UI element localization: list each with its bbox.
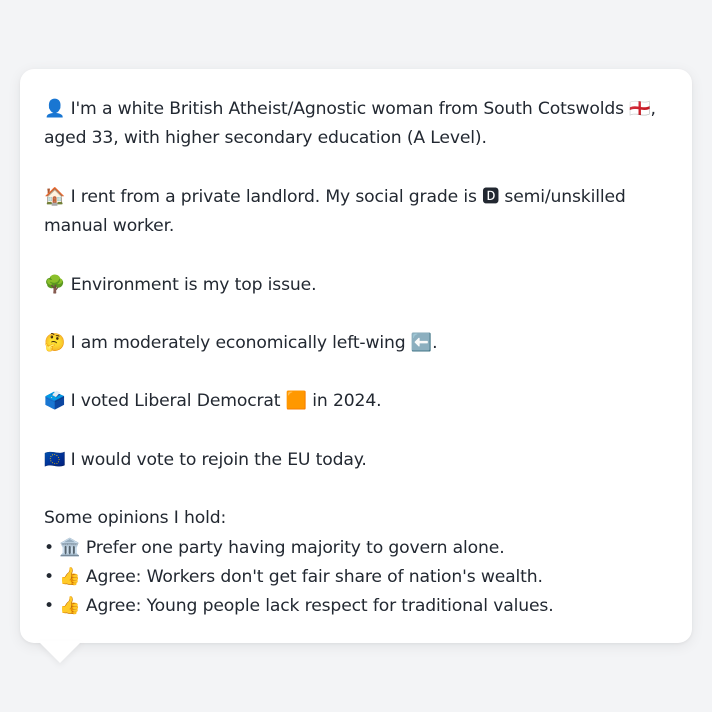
economics-statement: 🤔 I am moderately economically left-wing… [44, 333, 438, 354]
identity-statement: 👤 I'm a white British Atheist/Agnostic w… [44, 99, 656, 149]
vote-statement: 🗳️ I voted Liberal Democrat 🟧 in 2024. [44, 391, 382, 412]
opinion-item: • 👍 Agree: Workers don't get fair share … [44, 567, 543, 588]
opinions-list: Some opinions I hold: • 🏛️ Prefer one pa… [44, 504, 668, 622]
opinion-item: • 🏛️ Prefer one party having majority to… [44, 537, 505, 558]
speech-bubble-tail [38, 641, 82, 663]
eu-statement: 🇪🇺 I would vote to rejoin the EU today. [44, 449, 367, 470]
top-issue-statement: 🌳 Environment is my top issue. [44, 274, 317, 295]
opinion-item: • 👍 Agree: Young people lack respect for… [44, 596, 554, 617]
housing-statement: 🏠 I rent from a private landlord. My soc… [44, 186, 626, 237]
persona-speech-bubble: 👤 I'm a white British Atheist/Agnostic w… [20, 69, 692, 643]
opinions-heading: Some opinions I hold: [44, 508, 227, 529]
